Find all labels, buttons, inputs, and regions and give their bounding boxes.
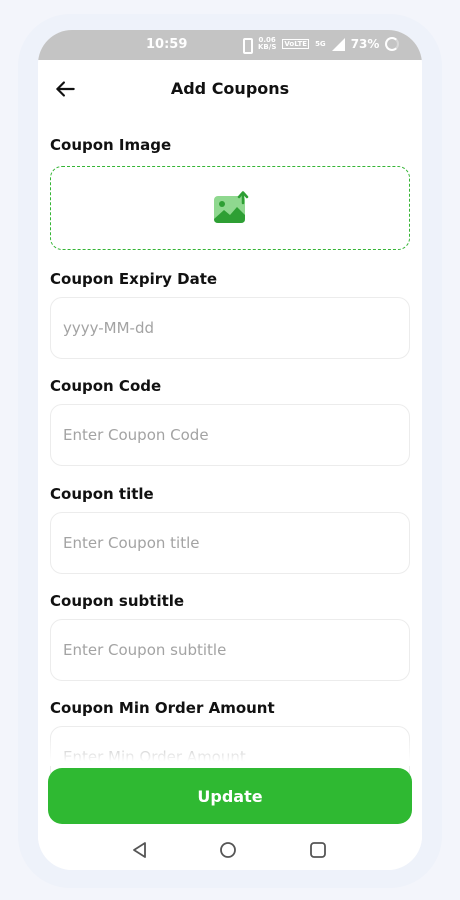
scroll-fade <box>38 736 422 766</box>
coupon-code-label: Coupon Code <box>50 377 162 395</box>
coupon-image-label: Coupon Image <box>50 136 172 154</box>
vibrate-icon <box>240 38 253 54</box>
battery-percent: 73% <box>350 37 380 51</box>
page-title: Add Coupons <box>170 79 290 98</box>
phone-screen: 10:59 0.06 KB/S VoLTE 5G 73% Add Coupons… <box>38 30 422 870</box>
battery-icon <box>385 37 400 51</box>
net-speed-unit: KB/S <box>258 43 277 51</box>
coupon-title-input[interactable] <box>50 512 410 574</box>
expiry-date-label: Coupon Expiry Date <box>50 270 218 288</box>
volte-badge: VoLTE <box>282 39 310 49</box>
expiry-date-input[interactable] <box>50 297 410 359</box>
nav-back-icon[interactable] <box>130 840 150 860</box>
update-button[interactable]: Update <box>48 768 412 824</box>
min-order-amount-label: Coupon Min Order Amount <box>50 699 275 717</box>
coupon-title-label: Coupon title <box>50 485 154 503</box>
status-time: 10:59 <box>146 37 188 52</box>
signal-icon <box>331 37 345 51</box>
status-bar: 10:59 0.06 KB/S VoLTE 5G 73% <box>38 30 422 60</box>
nav-recent-icon[interactable] <box>308 840 328 860</box>
network-type: 5G <box>315 39 326 48</box>
app-header: Add Coupons <box>38 60 422 118</box>
net-speed: 0.06 KB/S <box>258 37 276 51</box>
image-upload-area[interactable] <box>50 166 410 250</box>
nav-home-icon[interactable] <box>218 840 238 860</box>
coupon-subtitle-input[interactable] <box>50 619 410 681</box>
coupon-code-input[interactable] <box>50 404 410 466</box>
system-nav-bar <box>38 830 422 870</box>
coupon-subtitle-label: Coupon subtitle <box>50 592 185 610</box>
status-icons: 0.06 KB/S VoLTE 5G 73% <box>240 37 400 54</box>
image-upload-icon <box>214 191 249 223</box>
